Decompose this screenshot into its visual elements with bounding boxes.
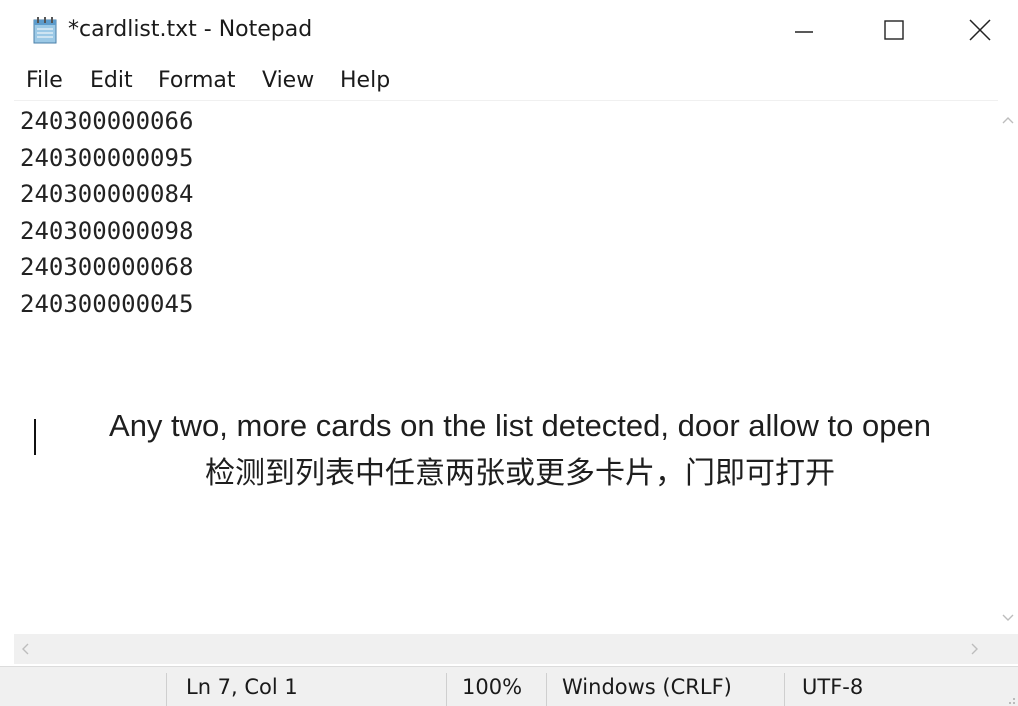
notepad-window: *cardlist.txt - Notepad File Edit Format… bbox=[0, 0, 1018, 706]
text-line: 240300000045 bbox=[20, 289, 194, 318]
scroll-right-icon[interactable] bbox=[970, 641, 980, 660]
text-line: 240300000068 bbox=[20, 253, 194, 281]
scroll-down-icon[interactable] bbox=[1001, 608, 1015, 627]
menu-edit[interactable]: Edit bbox=[90, 66, 133, 96]
status-bar: Ln 7, Col 1 100% Windows (CRLF) UTF-8 bbox=[0, 666, 1018, 706]
status-divider bbox=[166, 673, 167, 706]
line-ending: Windows (CRLF) bbox=[562, 675, 732, 699]
text-editor[interactable]: 240300000066 240300000095 240300000084 2… bbox=[14, 100, 998, 635]
scroll-up-icon[interactable] bbox=[1001, 110, 1015, 129]
window-title: *cardlist.txt - Notepad bbox=[68, 17, 313, 42]
vertical-scrollbar[interactable] bbox=[998, 100, 1018, 634]
maximize-button[interactable] bbox=[848, 0, 940, 60]
cursor-position: Ln 7, Col 1 bbox=[186, 675, 298, 699]
text-line: 240300000084 bbox=[20, 180, 194, 208]
menu-format[interactable]: Format bbox=[158, 66, 236, 96]
text-line: 240300000095 bbox=[20, 143, 194, 172]
scroll-left-icon[interactable] bbox=[20, 641, 30, 660]
maximize-icon bbox=[883, 19, 905, 41]
text-line: 240300000098 bbox=[20, 216, 194, 245]
menu-help[interactable]: Help bbox=[340, 66, 390, 96]
text-line: 240300000066 bbox=[20, 107, 194, 135]
status-divider bbox=[784, 673, 785, 706]
title-bar[interactable]: *cardlist.txt - Notepad bbox=[0, 0, 1018, 60]
zoom-level: 100% bbox=[462, 675, 523, 699]
notepad-icon bbox=[32, 16, 58, 44]
minimize-button[interactable] bbox=[758, 0, 850, 60]
close-icon bbox=[968, 18, 992, 42]
encoding: UTF-8 bbox=[802, 675, 864, 699]
status-divider bbox=[446, 673, 447, 706]
caption-chinese: 检测到列表中任意两张或更多卡片，门即可打开 bbox=[205, 456, 835, 491]
menu-file[interactable]: File bbox=[26, 66, 63, 96]
minimize-icon bbox=[794, 20, 814, 40]
menu-bar: File Edit Format View Help bbox=[0, 62, 1018, 100]
menu-view[interactable]: View bbox=[262, 66, 314, 96]
text-lines: 240300000066 240300000095 240300000084 2… bbox=[20, 103, 193, 322]
resize-grip-icon[interactable] bbox=[1004, 690, 1016, 706]
horizontal-scrollbar[interactable] bbox=[14, 634, 1018, 664]
close-button[interactable] bbox=[934, 0, 1018, 60]
status-divider bbox=[546, 673, 547, 706]
caption-english: Any two, more cards on the list detected… bbox=[109, 408, 931, 443]
